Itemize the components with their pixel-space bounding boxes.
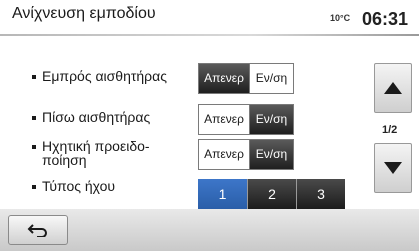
audible-warning-on-button[interactable]: Εν/ση <box>249 140 293 169</box>
outside-temperature: 10°C <box>330 13 351 23</box>
rear-sensor-toggle: Απενερ Εν/ση <box>198 104 294 135</box>
bullet-icon <box>32 145 36 149</box>
arrow-down-icon <box>384 162 402 174</box>
rear-sensor-on-button[interactable]: Εν/ση <box>249 105 293 134</box>
rear-sensor-off-button[interactable]: Απενερ <box>199 105 249 134</box>
tone-option-1-button[interactable]: 1 <box>198 179 247 209</box>
front-sensor-off-button[interactable]: Απενερ <box>199 64 249 93</box>
front-sensor-toggle: Απενερ Εν/ση <box>198 63 294 94</box>
arrow-up-icon <box>384 82 402 94</box>
page-title: Ανίχνευση εμποδίου <box>12 5 156 22</box>
audible-warning-off-button[interactable]: Απενερ <box>199 140 249 169</box>
tone-option-3-button[interactable]: 3 <box>296 179 345 209</box>
back-button[interactable] <box>8 215 68 245</box>
front-sensor-on-button[interactable]: Εν/ση <box>249 64 293 93</box>
audible-warning-label-line2: ποίηση <box>42 152 87 168</box>
clock: 06:31 <box>362 9 409 29</box>
rear-sensor-label: Πίσω αισθητήρας <box>42 109 151 125</box>
page-indicator: 1/2 <box>382 124 398 136</box>
scroll-up-button[interactable] <box>374 63 412 113</box>
tone-type-selector: 1 2 3 <box>198 179 345 209</box>
front-sensor-label: Εμπρός αισθητήρας <box>42 68 167 84</box>
header-bar: Ανίχνευση εμποδίου 10°C 06:31 <box>0 0 419 34</box>
tone-option-2-button[interactable]: 2 <box>247 179 296 209</box>
audible-warning-toggle: Απενερ Εν/ση <box>198 139 294 170</box>
scroll-down-button[interactable] <box>374 143 412 193</box>
bullet-icon <box>32 185 36 189</box>
return-arrow-icon <box>27 224 47 237</box>
bullet-icon <box>32 116 36 120</box>
bullet-icon <box>32 75 36 79</box>
tone-type-label: Τύπος ήχου <box>42 178 116 194</box>
header-divider <box>0 34 419 36</box>
